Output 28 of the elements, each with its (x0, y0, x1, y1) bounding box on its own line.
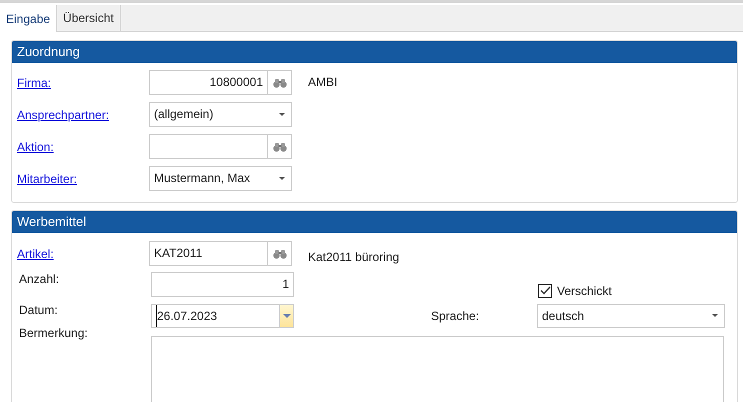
checkmark-icon (540, 286, 550, 295)
field-description: Kat2011 büroring (308, 249, 400, 264)
input-field[interactable]: Mustermann, Max (149, 166, 292, 191)
tab[interactable]: Eingabe (0, 5, 58, 32)
field-label: Anzahl: (19, 272, 60, 286)
input-field[interactable]: (allgemein) (149, 102, 292, 127)
dropdown-caret-icon[interactable] (279, 177, 285, 180)
verschickt-checkbox[interactable]: Verschickt (538, 272, 612, 298)
field-label: Sprache: (431, 308, 480, 322)
input-field[interactable]: 10800001 (149, 70, 292, 95)
input-field[interactable] (149, 134, 292, 159)
panel-header: Werbemittel (12, 211, 737, 233)
tab[interactable]: Übersicht (57, 5, 121, 31)
field-label: Datum: (19, 303, 58, 317)
language-dropdown[interactable]: deutsch (537, 304, 725, 328)
panel-header: Zuordnung (12, 41, 737, 63)
field-link[interactable]: Mitarbeiter: (17, 172, 78, 186)
field-link[interactable]: Artikel: (17, 246, 54, 260)
date-picker-button[interactable] (279, 304, 293, 326)
field-description: AMBI (308, 74, 338, 89)
field-link[interactable]: Aktion: (17, 140, 54, 154)
input-field[interactable]: KAT2011 (149, 241, 292, 266)
input-field[interactable]: 1 (151, 272, 294, 297)
field-link[interactable]: Firma: (17, 76, 51, 90)
field-link[interactable]: Ansprechpartner: (17, 108, 110, 122)
dropdown-caret-icon[interactable] (279, 113, 285, 116)
field-label: Bermerkung: (19, 326, 88, 340)
input-field[interactable]: 26.07.2023 (151, 304, 294, 328)
